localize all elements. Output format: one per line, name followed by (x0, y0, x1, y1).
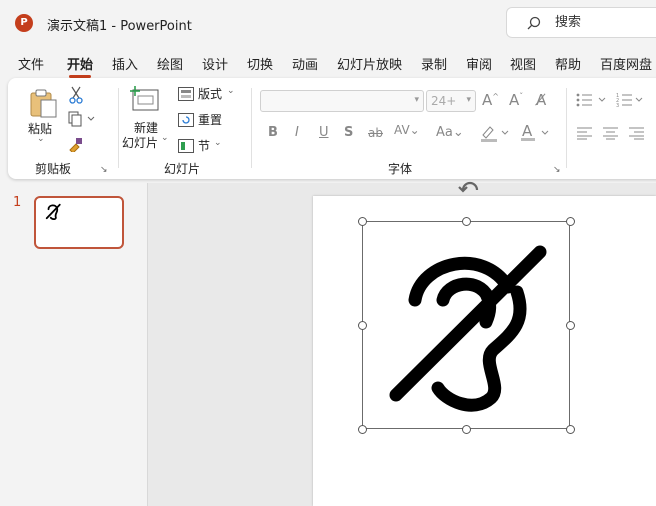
ribbon-tabs: 文件 开始 插入 绘图 设计 切换 动画 幻灯片放映 录制 审阅 视图 帮助 百… (0, 50, 656, 78)
align-center-button[interactable] (603, 125, 619, 144)
tab-transitions[interactable]: 切换 (247, 54, 273, 73)
window-title: 演示文稿1 - PowerPoint (47, 19, 192, 34)
resize-handle-top-right[interactable] (566, 217, 575, 226)
tab-insert[interactable]: 插入 (112, 54, 138, 73)
change-case-icon[interactable]: Aa⌄ (436, 125, 464, 140)
ribbon-separator (118, 88, 119, 168)
copy-icon (68, 111, 95, 127)
format-painter-button[interactable] (68, 136, 84, 156)
reset-icon (178, 112, 194, 131)
powerpoint-logo-icon: P (15, 14, 33, 32)
ribbon-separator (251, 88, 252, 168)
rotate-icon (458, 181, 479, 193)
decrease-font-size-icon[interactable]: Aˇ (509, 91, 523, 109)
svg-text:A: A (522, 122, 533, 140)
tab-view[interactable]: 视图 (510, 54, 536, 73)
new-slide-label-line2[interactable]: 幻灯片 (122, 134, 158, 151)
clipboard-launcher-icon[interactable]: ↘ (100, 165, 108, 175)
tab-home[interactable]: 开始 (67, 54, 93, 78)
slide-thumbnail-pane: 1 (0, 183, 148, 506)
increase-font-size-icon[interactable]: A^ (482, 91, 499, 109)
layout-icon (178, 86, 194, 105)
slide-number: 1 (13, 195, 22, 210)
resize-handle-right[interactable] (566, 321, 575, 330)
section-dropdown-icon[interactable]: ⌄ (214, 138, 222, 148)
underline-icon[interactable]: U (319, 125, 329, 140)
strikethrough-icon[interactable]: ab (368, 126, 383, 140)
tab-animations[interactable]: 动画 (292, 54, 318, 73)
tab-draw[interactable]: 绘图 (157, 54, 183, 73)
tab-file[interactable]: 文件 (18, 54, 44, 73)
bold-icon[interactable]: B (268, 125, 278, 140)
font-size-value: 24+ (431, 94, 457, 108)
numbered-list-icon: 123 (616, 93, 643, 109)
character-spacing-icon[interactable]: AV⌄ (394, 123, 420, 137)
layout-dropdown-icon[interactable]: ⌄ (227, 86, 235, 96)
highlight-color-button[interactable] (480, 124, 510, 146)
bullet-list-icon (576, 93, 606, 107)
clear-formatting-icon[interactable]: A̸ (536, 91, 546, 109)
resize-handle-bottom[interactable] (462, 425, 471, 434)
numbering-button[interactable]: 123 (616, 92, 648, 112)
rotation-handle[interactable] (457, 178, 483, 202)
cut-button[interactable] (69, 86, 83, 108)
new-slide-dropdown-icon[interactable]: ⌄ (161, 133, 169, 143)
resize-handle-left[interactable] (358, 321, 367, 330)
section-button[interactable]: 节 (198, 137, 210, 154)
reset-button[interactable]: 重置 (198, 111, 222, 128)
tab-baidu-netdisk[interactable]: 百度网盘 (600, 54, 652, 73)
resize-handle-bottom-left[interactable] (358, 425, 367, 434)
align-left-icon (577, 127, 592, 140)
paste-button[interactable] (30, 88, 58, 122)
text-shadow-icon[interactable]: S (344, 125, 353, 140)
slide-thumbnail-1[interactable] (34, 196, 124, 249)
highlighter-icon (481, 126, 509, 142)
title-bar: P 演示文稿1 - PowerPoint (0, 0, 656, 46)
paste-dropdown-icon[interactable]: ⌄ (37, 134, 45, 144)
tab-review[interactable]: 审阅 (466, 54, 492, 73)
chevron-down-icon: ▾ (414, 95, 419, 105)
format-painter-icon (69, 138, 82, 154)
ribbon-home: 粘贴 ⌄ 剪贴板 ↘ 新建 幻灯片 ⌄ 版式 ⌄ 重置 节 ⌄ 幻灯片 ▾ 24… (8, 78, 656, 179)
tab-slideshow[interactable]: 幻灯片放映 (337, 54, 402, 73)
scissors-icon (69, 86, 83, 104)
font-size-dropdown[interactable]: 24+ ▾ (426, 90, 476, 112)
svg-text:3: 3 (616, 103, 619, 108)
resize-handle-top[interactable] (462, 217, 471, 226)
search-input[interactable] (553, 14, 656, 31)
tab-help[interactable]: 帮助 (555, 54, 581, 73)
resize-handle-top-left[interactable] (358, 217, 367, 226)
tab-design[interactable]: 设计 (202, 54, 228, 73)
selected-graphic[interactable] (362, 221, 570, 429)
font-color-icon: A (521, 122, 549, 141)
ribbon-separator (566, 88, 567, 168)
search-icon (527, 16, 541, 30)
align-right-button[interactable] (629, 125, 645, 144)
hearing-disabled-icon (45, 203, 61, 220)
align-center-icon (603, 127, 618, 140)
section-icon (178, 138, 194, 157)
font-color-button[interactable]: A (520, 122, 550, 146)
align-right-icon (629, 127, 644, 140)
copy-button[interactable] (68, 111, 96, 131)
hearing-disabled-icon (389, 245, 547, 412)
clipboard-group-label: 剪贴板 (35, 162, 72, 176)
resize-handle-bottom-right[interactable] (566, 425, 575, 434)
new-slide-icon (130, 86, 159, 111)
italic-icon[interactable]: I (295, 125, 299, 140)
align-left-button[interactable] (577, 125, 593, 144)
font-name-dropdown[interactable]: ▾ (260, 90, 424, 112)
chevron-down-icon: ▾ (466, 95, 471, 105)
font-group-label: 字体 (388, 162, 413, 176)
font-launcher-icon[interactable]: ↘ (553, 165, 561, 175)
slides-group-label: 幻灯片 (164, 162, 201, 176)
bullets-button[interactable] (576, 92, 608, 112)
clipboard-paste-icon (30, 89, 57, 118)
new-slide-button[interactable] (130, 86, 160, 118)
tab-record[interactable]: 录制 (421, 54, 447, 73)
layout-button[interactable]: 版式 (198, 85, 222, 102)
search-box[interactable] (506, 7, 656, 38)
